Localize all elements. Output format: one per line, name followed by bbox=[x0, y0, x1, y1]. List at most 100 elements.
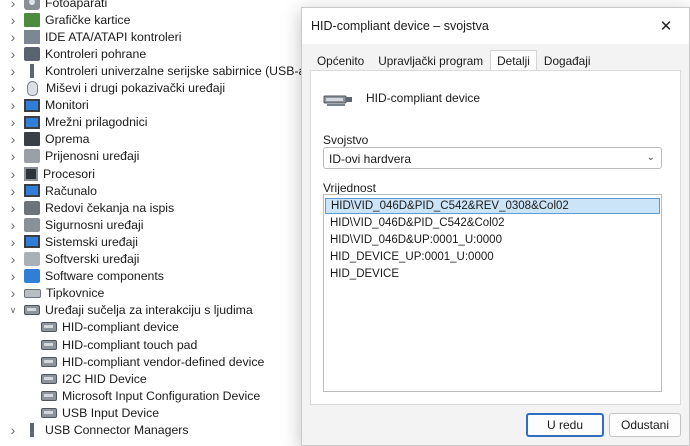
tree-category[interactable]: › Miševi i drugi pokazivački uređaji bbox=[0, 80, 225, 97]
tree-category-label: Računalo bbox=[45, 183, 97, 198]
tree-device[interactable]: HID-compliant touch pad bbox=[41, 336, 197, 353]
chevron-right-icon[interactable]: › bbox=[8, 114, 18, 131]
tree-category[interactable]: › USB Connector Managers bbox=[0, 422, 189, 439]
chevron-right-icon[interactable]: › bbox=[8, 62, 18, 79]
tree-category-label: Kontroleri univerzalne serijske sabirnic… bbox=[45, 63, 310, 78]
tree-category[interactable]: › Mrežni prilagodnici bbox=[0, 114, 148, 131]
ok-button-label: U redu bbox=[546, 418, 584, 432]
tree-category[interactable]: › Sistemski uređaji bbox=[0, 233, 138, 250]
tree-category[interactable]: › Monitori bbox=[0, 97, 89, 114]
network-adapter-icon bbox=[24, 115, 40, 129]
tree-category-label: Tipkovnice bbox=[46, 286, 105, 301]
chevron-right-icon[interactable]: › bbox=[8, 422, 18, 439]
chevron-right-icon[interactable]: › bbox=[8, 11, 18, 28]
tree-category[interactable]: › Kontroleri pohrane bbox=[0, 45, 147, 62]
tree-category[interactable]: › Kontroleri univerzalne serijske sabirni… bbox=[0, 62, 310, 79]
chevron-right-icon[interactable]: › bbox=[8, 199, 18, 216]
chevron-right-icon[interactable]: › bbox=[8, 28, 18, 45]
chevron-right-icon[interactable]: › bbox=[8, 148, 18, 165]
value-list-item[interactable]: HID\VID_046D&UP:0001_U:0000 bbox=[325, 232, 660, 248]
value-list-item[interactable]: HID_DEVICE bbox=[325, 266, 660, 282]
hid-device-icon bbox=[41, 322, 57, 333]
tree-device-label: USB Input Device bbox=[62, 405, 160, 420]
tree-category-label: Procesori bbox=[43, 166, 95, 181]
tree-device-label: HID-compliant touch pad bbox=[62, 337, 198, 352]
tree-category-label: Miševi i drugi pokazivački uređaji bbox=[46, 81, 226, 95]
tree-category-label: Sigurnosni uređaji bbox=[45, 217, 144, 232]
details-panel: HID-compliant device Svojstvo ID-ovi har… bbox=[310, 70, 681, 405]
chevron-right-icon[interactable]: › bbox=[8, 233, 18, 250]
property-select[interactable]: ID-ovi hardvera ⌄ bbox=[323, 147, 662, 169]
tab-0[interactable]: Općenito bbox=[310, 50, 371, 72]
chevron-right-icon[interactable]: › bbox=[8, 182, 18, 199]
tree-category-label: Prijenosni uređaji bbox=[45, 149, 140, 164]
value-list-item[interactable]: HID\VID_046D&PID_C542&Col02 bbox=[325, 215, 660, 231]
storage-controller-icon bbox=[24, 46, 40, 61]
tab-3[interactable]: Događaji bbox=[537, 50, 598, 72]
chevron-right-icon[interactable]: › bbox=[8, 97, 18, 114]
tree-device[interactable]: Microsoft Input Configuration Device bbox=[41, 387, 260, 404]
software-device-icon bbox=[24, 252, 40, 266]
tree-category-label: Redovi čekanja na ispis bbox=[45, 200, 175, 215]
tree-category-label: Fotoaparati bbox=[45, 0, 108, 10]
tree-category[interactable]: › Sigurnosni uređaji bbox=[0, 216, 144, 233]
chevron-down-icon: ⌄ bbox=[646, 152, 655, 163]
tree-category-label: Softverski uređaji bbox=[45, 252, 140, 266]
tree-device[interactable]: HID-compliant device bbox=[41, 319, 179, 336]
chevron-right-icon[interactable]: › bbox=[8, 0, 18, 11]
ok-button[interactable]: U redu bbox=[526, 413, 604, 437]
hid-device-icon bbox=[41, 390, 57, 401]
tree-device[interactable]: HID-compliant vendor-defined device bbox=[41, 353, 264, 370]
tree-device[interactable]: I2C HID Device bbox=[41, 370, 147, 387]
cancel-button[interactable]: Odustani bbox=[609, 413, 681, 437]
tree-category[interactable]: › IDE ATA/ATAPI kontroleri bbox=[0, 28, 182, 45]
tree-category-label: Grafičke kartice bbox=[45, 12, 131, 27]
tree-category[interactable]: › Oprema bbox=[0, 131, 90, 148]
tree-device[interactable]: USB Input Device bbox=[41, 404, 159, 421]
tree-category-label: Oprema bbox=[45, 132, 90, 147]
monitor-icon bbox=[24, 98, 40, 112]
tree-category-label: Uređaji sučelja za interakciju s ljudima bbox=[45, 303, 253, 318]
camera-icon bbox=[24, 0, 40, 10]
ide-controller-icon bbox=[24, 29, 40, 44]
tab-strip: Općenito Upravljački program Detalji Događa… bbox=[310, 50, 598, 72]
value-listbox[interactable]: HID\VID_046D&PID_C542&REV_0308&Col02 HID\… bbox=[323, 194, 662, 392]
tab-1[interactable]: Upravljački program bbox=[371, 50, 490, 72]
hid-device-icon bbox=[323, 95, 352, 106]
tab-2[interactable]: Detalji bbox=[490, 50, 537, 72]
tree-category[interactable]: › Redovi čekanja na ispis bbox=[0, 199, 175, 216]
chevron-right-icon[interactable]: › bbox=[8, 80, 18, 97]
chevron-right-icon[interactable]: › bbox=[8, 165, 18, 182]
print-queue-icon bbox=[24, 200, 40, 215]
tree-category[interactable]: ∨ Uređaji sučelja za interakciju s ljudim… bbox=[0, 302, 253, 319]
tree-category-label: USB Connector Managers bbox=[45, 423, 189, 437]
chevron-right-icon[interactable]: › bbox=[8, 131, 18, 148]
tree-category[interactable]: › Tipkovnice bbox=[0, 285, 105, 302]
tree-category[interactable]: › Fotoaparati bbox=[0, 0, 107, 11]
tree-category[interactable]: › Softverski uređaji bbox=[0, 251, 140, 268]
chevron-right-icon[interactable]: › bbox=[8, 216, 18, 233]
processor-icon bbox=[24, 166, 38, 181]
chevron-right-icon[interactable]: › bbox=[8, 285, 18, 302]
tree-category[interactable]: › Grafičke kartice bbox=[0, 11, 131, 28]
tree-category[interactable]: › Prijenosni uređaji bbox=[0, 148, 140, 165]
tree-category[interactable]: › Računalo bbox=[0, 182, 97, 199]
tree-category[interactable]: › Procesori bbox=[0, 165, 95, 182]
hid-device-icon bbox=[41, 407, 57, 418]
chevron-right-icon[interactable]: › bbox=[8, 268, 18, 285]
chevron-right-icon[interactable]: › bbox=[8, 251, 18, 268]
chevron-down-icon[interactable]: ∨ bbox=[8, 302, 18, 319]
tree-category-label: IDE ATA/ATAPI kontroleri bbox=[45, 29, 182, 44]
value-list-item[interactable]: HID\VID_046D&PID_C542&REV_0308&Col02 bbox=[325, 198, 660, 214]
close-button[interactable]: ✕ bbox=[643, 8, 689, 44]
value-list-item[interactable]: HID_DEVICE_UP:0001_U:0000 bbox=[325, 249, 660, 265]
firmware-icon bbox=[24, 132, 40, 147]
tree-category-label: Kontroleri pohrane bbox=[45, 46, 147, 61]
hid-device-icon bbox=[41, 356, 57, 367]
chevron-right-icon[interactable]: › bbox=[8, 45, 18, 62]
security-device-icon bbox=[24, 217, 40, 232]
tree-category-label: Mrežni prilagodnici bbox=[45, 115, 148, 130]
dialog-titlebar[interactable]: HID-compliant device – svojstva ✕ bbox=[302, 8, 689, 44]
hid-icon bbox=[24, 305, 40, 316]
tree-category[interactable]: › Software components bbox=[0, 268, 164, 285]
